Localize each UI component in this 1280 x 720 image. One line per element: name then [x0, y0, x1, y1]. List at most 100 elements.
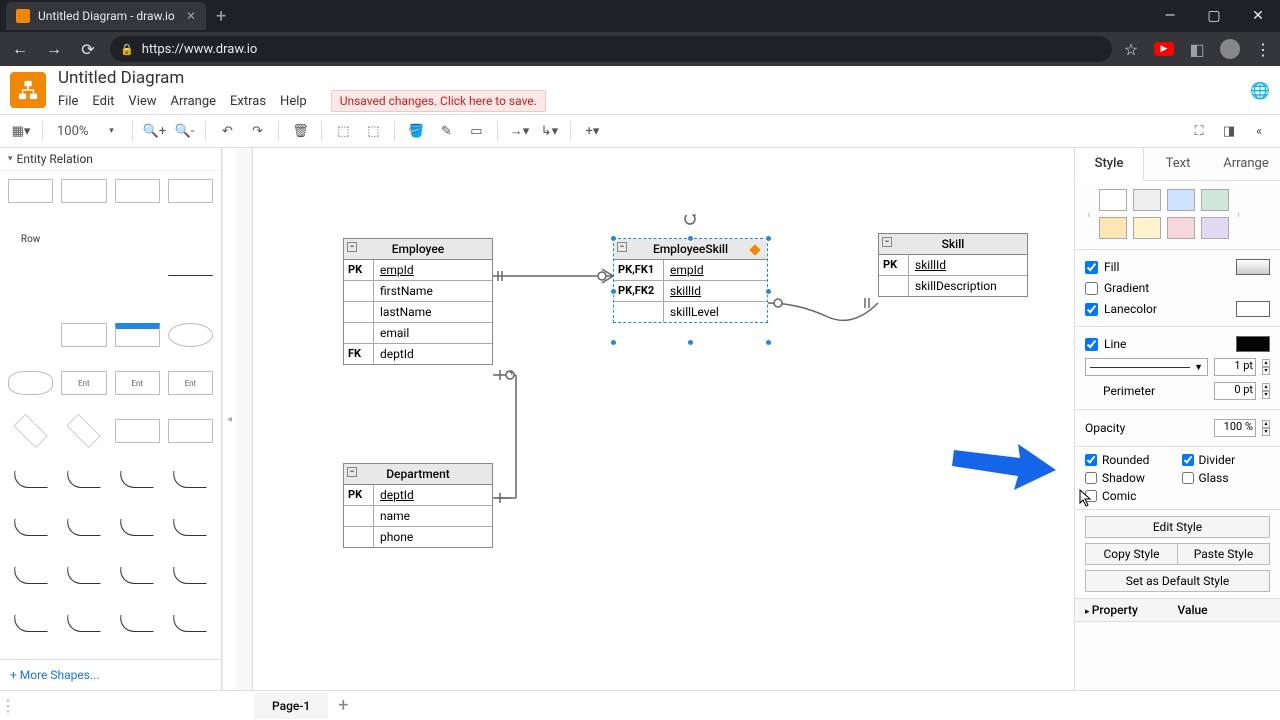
shape-table-2[interactable] [61, 179, 106, 203]
waypoint-icon[interactable]: ↳▾ [536, 118, 562, 144]
property-header[interactable]: PropertyValue [1075, 598, 1280, 622]
swatch[interactable] [1099, 217, 1127, 239]
shape-entity-1[interactable]: Ent [61, 371, 106, 395]
tab-text[interactable]: Text [1144, 148, 1212, 180]
swatch-next-icon[interactable]: › [1235, 207, 1243, 221]
new-tab-button[interactable]: + [206, 6, 236, 27]
sel-handle[interactable] [610, 339, 617, 346]
sidebar-section-header[interactable]: Entity Relation [0, 148, 221, 171]
shadow-icon[interactable]: ▭ [463, 118, 489, 144]
redo-icon[interactable]: ↷ [244, 118, 270, 144]
shape-curve-10[interactable] [61, 563, 106, 587]
fill-checkbox[interactable] [1085, 261, 1098, 274]
menu-view[interactable]: View [128, 94, 156, 109]
zoom-level[interactable]: 100% [51, 124, 94, 139]
gradient-checkbox[interactable] [1085, 282, 1098, 295]
reload-button[interactable]: ⟳ [76, 37, 100, 61]
glass-checkbox[interactable] [1182, 472, 1194, 484]
zoom-out-icon[interactable]: 🔍- [171, 118, 197, 144]
youtube-extension-icon[interactable]: ▶ [1154, 42, 1174, 56]
entity-employee-skill[interactable]: −EmployeeSkill PK,FK1empId PK,FK2skillId… [613, 238, 768, 323]
maximize-button[interactable]: ▢ [1192, 0, 1236, 32]
shape-curve-11[interactable] [115, 563, 160, 587]
sel-handle[interactable] [610, 235, 617, 242]
sel-handle[interactable] [765, 288, 772, 295]
entity-department[interactable]: −Department PKdeptId name phone [343, 463, 493, 548]
lanecolor-color[interactable] [1236, 301, 1270, 317]
shape-diamond-1[interactable] [13, 414, 47, 448]
shape-curve-15[interactable] [115, 611, 160, 635]
zoom-in-icon[interactable]: 🔍+ [141, 118, 167, 144]
sel-handle[interactable] [610, 288, 617, 295]
sel-handle[interactable] [687, 235, 694, 242]
shape-curve-9[interactable] [8, 563, 53, 587]
swatch-prev-icon[interactable]: ‹ [1085, 207, 1093, 221]
delete-icon[interactable]: 🗑 [287, 118, 313, 144]
swatch[interactable] [1099, 189, 1127, 211]
menu-file[interactable]: File [58, 94, 78, 109]
shape-row-5[interactable] [8, 275, 53, 299]
sidebar-toggle-icon[interactable]: ▦▾ [8, 118, 34, 144]
perimeter-value[interactable]: 0 pt [1214, 382, 1256, 400]
fullscreen-icon[interactable]: ⛶ [1186, 118, 1212, 144]
menu-help[interactable]: Help [280, 94, 307, 109]
document-title[interactable]: Untitled Diagram [58, 68, 546, 88]
shape-curve-1[interactable] [8, 467, 53, 491]
sel-handle[interactable] [687, 339, 694, 346]
set-default-style-button[interactable]: Set as Default Style [1085, 570, 1270, 592]
tab-arrange[interactable]: Arrange [1212, 148, 1280, 180]
shape-circle[interactable] [168, 323, 213, 347]
copy-style-button[interactable]: Copy Style [1085, 543, 1177, 565]
undo-icon[interactable]: ↶ [214, 118, 240, 144]
shape-curve-12[interactable] [168, 563, 213, 587]
collapse-icon[interactable]: « [1246, 118, 1272, 144]
shape-header-box[interactable] [115, 323, 160, 347]
shape-curve-7[interactable] [115, 515, 160, 539]
bookmark-icon[interactable]: ☆ [1122, 40, 1140, 58]
tab-style[interactable]: Style [1075, 148, 1144, 181]
to-front-icon[interactable]: ⬚ [330, 118, 356, 144]
close-tab-icon[interactable]: ✕ [186, 9, 196, 23]
add-page-button[interactable]: + [328, 691, 358, 720]
opacity-spinner[interactable]: ▴▾ [1262, 420, 1270, 436]
lanecolor-checkbox[interactable] [1085, 303, 1098, 316]
canvas[interactable]: + −Employee PKempId firstName lastName e… [236, 148, 1074, 690]
profile-avatar[interactable] [1220, 39, 1240, 59]
close-window-button[interactable]: ✕ [1236, 0, 1280, 32]
shape-curve-6[interactable] [61, 515, 106, 539]
shape-row-8[interactable] [168, 275, 213, 299]
rotate-handle[interactable] [683, 212, 697, 226]
shape-box[interactable] [61, 323, 106, 347]
shape-curve-5[interactable] [8, 515, 53, 539]
shape-cloud[interactable] [8, 371, 53, 395]
page-tab[interactable]: Page-1 [254, 693, 328, 719]
address-bar[interactable]: 🔒 https://www.draw.io [110, 36, 1112, 62]
line-color[interactable] [1236, 336, 1270, 352]
shape-curve-4[interactable] [168, 467, 213, 491]
perimeter-spinner[interactable]: ▴▾ [1262, 383, 1270, 399]
shape-row-4[interactable] [168, 227, 213, 251]
shape-diamond-2[interactable] [67, 414, 101, 448]
menu-extras[interactable]: Extras [230, 94, 266, 109]
pages-menu-icon[interactable]: ⋮ [0, 696, 16, 715]
entity-skill[interactable]: −Skill PKskillId skillDescription [878, 233, 1028, 297]
sidebar-collapse-handle[interactable]: ◂ [222, 148, 236, 690]
shape-curve-8[interactable] [168, 515, 213, 539]
browser-tab[interactable]: Untitled Diagram - draw.io ✕ [6, 2, 206, 30]
shape-curve-3[interactable] [115, 467, 160, 491]
shape-curve-2[interactable] [61, 467, 106, 491]
minimize-button[interactable]: — [1148, 0, 1192, 32]
connection-icon[interactable]: →▾ [506, 118, 532, 144]
comic-checkbox[interactable] [1085, 490, 1097, 502]
format-panel-icon[interactable]: ◨ [1216, 118, 1242, 144]
line-checkbox[interactable] [1085, 338, 1098, 351]
shape-row-3[interactable] [115, 227, 160, 251]
shape-row-7[interactable] [115, 275, 160, 299]
swatch[interactable] [1167, 217, 1195, 239]
language-icon[interactable]: 🌐 [1250, 81, 1270, 100]
swatch[interactable] [1133, 217, 1161, 239]
fill-color[interactable] [1236, 259, 1270, 275]
extension-icon[interactable]: ◧ [1188, 40, 1206, 58]
shape-curve-13[interactable] [8, 611, 53, 635]
rounded-checkbox[interactable] [1085, 454, 1097, 466]
